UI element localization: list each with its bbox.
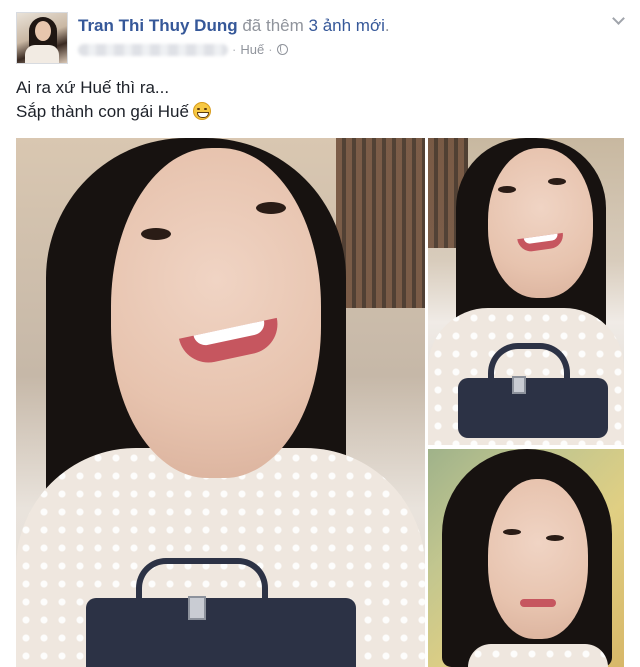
post-caption: Ai ra xứ Huế thì ra... Sắp thành con gái… bbox=[16, 76, 211, 124]
action-text: đã thêm bbox=[242, 16, 304, 35]
grin-emoji-icon bbox=[192, 102, 211, 120]
post-headline: Tran Thi Thuy Dung đã thêm 3 ảnh mới. bbox=[78, 16, 390, 36]
location-link[interactable]: Huế bbox=[240, 42, 264, 57]
post-meta: · Huế · bbox=[78, 42, 288, 57]
caption-line-1: Ai ra xứ Huế thì ra... bbox=[16, 78, 170, 97]
meta-separator-2: · bbox=[268, 42, 273, 57]
chevron-down-icon[interactable] bbox=[612, 14, 624, 26]
caption-line-2: Sắp thành con gái Huế bbox=[16, 100, 211, 124]
globe-icon[interactable] bbox=[276, 44, 288, 55]
post-photo-right-top[interactable] bbox=[428, 138, 624, 445]
facebook-post: Tran Thi Thuy Dung đã thêm 3 ảnh mới. · … bbox=[0, 0, 640, 667]
author-name-link[interactable]: Tran Thi Thuy Dung bbox=[78, 16, 238, 35]
timestamp-redacted bbox=[78, 43, 228, 56]
meta-separator: · bbox=[232, 42, 237, 57]
author-avatar[interactable] bbox=[16, 12, 68, 64]
post-photo-right-bottom[interactable] bbox=[428, 449, 624, 667]
action-tail: . bbox=[384, 16, 390, 35]
post-photo-main[interactable] bbox=[16, 138, 425, 667]
caption-line-2-text: Sắp thành con gái Huế bbox=[16, 102, 189, 121]
photo-count-link[interactable]: 3 ảnh mới bbox=[309, 16, 385, 35]
